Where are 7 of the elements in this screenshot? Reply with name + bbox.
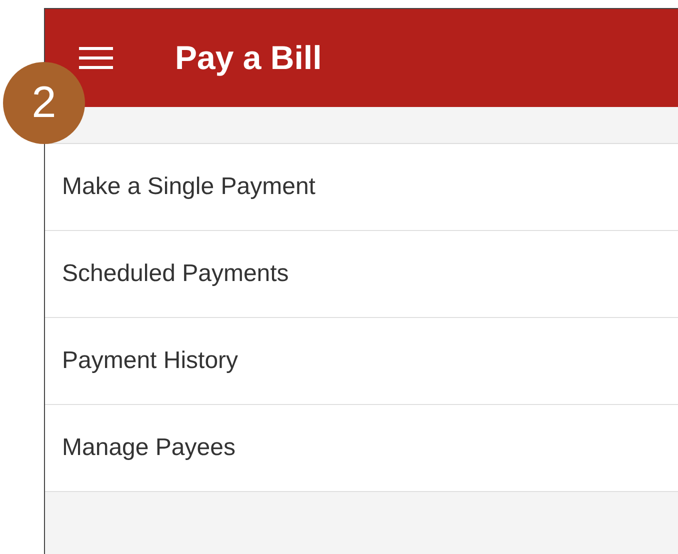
step-badge: 2 <box>3 62 85 144</box>
menu-item[interactable]: Payment History <box>45 318 678 405</box>
menu-item[interactable]: Manage Payees <box>45 405 678 492</box>
menu-item[interactable]: Make a Single Payment <box>45 144 678 231</box>
menu-item[interactable]: Scheduled Payments <box>45 231 678 318</box>
page-title: Pay a Bill <box>175 39 322 77</box>
menu-icon[interactable] <box>79 47 113 69</box>
